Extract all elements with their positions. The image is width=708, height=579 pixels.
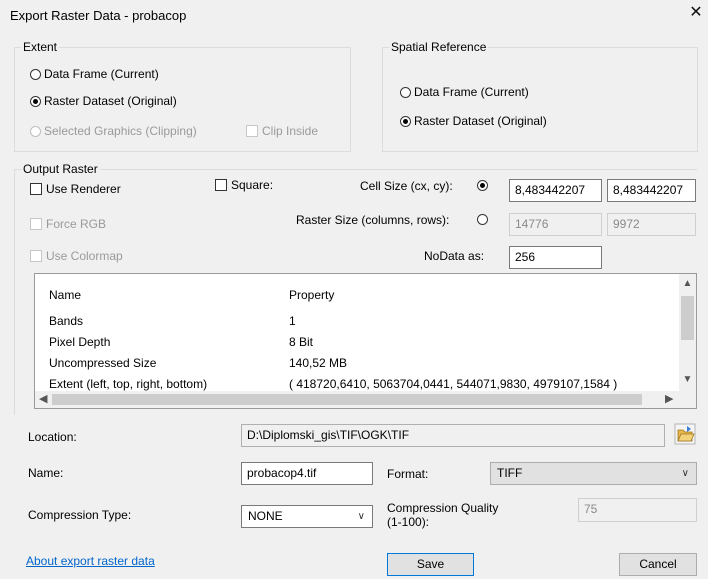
checkbox-icon xyxy=(30,250,42,262)
compression-quality-label-line1: Compression Quality xyxy=(387,501,499,515)
compression-type-selected: NONE xyxy=(248,509,283,523)
columns-input[interactable]: 14776 xyxy=(509,213,602,236)
list-item: Uncompressed Size 140,52 MB xyxy=(49,356,347,370)
rows-input[interactable]: 9972 xyxy=(607,213,696,236)
about-export-link[interactable]: About export raster data xyxy=(26,554,155,568)
chevron-down-icon: ∨ xyxy=(357,511,365,522)
radio-label: Data Frame (Current) xyxy=(44,67,159,81)
radio-icon xyxy=(30,125,41,137)
scroll-thumb[interactable] xyxy=(681,296,694,340)
list-item: Bands 1 xyxy=(49,314,296,328)
format-selected: TIFF xyxy=(497,466,523,480)
nodata-input[interactable]: 256 xyxy=(509,246,602,269)
force-rgb-checkbox[interactable]: Force RGB xyxy=(30,217,106,231)
sr-raster-dataset-radio[interactable]: Raster Dataset (Original) xyxy=(400,114,547,128)
radio-label: Raster Dataset (Original) xyxy=(414,114,547,128)
checkbox-label: Force RGB xyxy=(46,217,107,231)
cell-size-radio[interactable] xyxy=(477,180,491,191)
checkbox-label: Square: xyxy=(231,178,274,192)
radio-icon xyxy=(477,214,488,225)
property-name: Pixel Depth xyxy=(49,335,111,349)
format-dropdown[interactable]: TIFF ∨ xyxy=(490,462,697,485)
compression-type-label: Compression Type: xyxy=(28,508,132,522)
header-property: Property xyxy=(289,288,335,302)
property-name: Extent (left, top, right, bottom) xyxy=(49,377,208,391)
raster-properties-list[interactable]: Name Property Bands 1 Pixel Depth 8 Bit … xyxy=(34,273,697,409)
horizontal-scrollbar[interactable]: ◀ ▶ xyxy=(35,391,681,408)
radio-selected-icon xyxy=(477,180,488,191)
sr-data-frame-radio[interactable]: Data Frame (Current) xyxy=(400,85,529,99)
checkbox-icon xyxy=(246,125,258,137)
extent-selected-graphics-radio[interactable]: Selected Graphics (Clipping) xyxy=(30,124,197,138)
save-button[interactable]: Save xyxy=(387,553,474,576)
header-name: Name xyxy=(49,288,82,302)
raster-size-radio[interactable] xyxy=(477,214,491,225)
compression-quality-input[interactable]: 75 xyxy=(578,498,697,522)
use-renderer-checkbox[interactable]: Use Renderer xyxy=(30,182,121,196)
radio-selected-icon xyxy=(400,115,411,127)
chevron-left-icon[interactable]: ◀ xyxy=(39,392,47,405)
format-label: Format: xyxy=(387,467,429,481)
name-label: Name: xyxy=(28,466,64,480)
location-label: Location: xyxy=(28,430,77,444)
list-header: Name Property xyxy=(49,288,334,302)
cell-size-x-input[interactable]: 8,483442207 xyxy=(509,179,602,202)
radio-icon xyxy=(400,86,411,98)
compression-type-dropdown[interactable]: NONE ∨ xyxy=(241,505,373,528)
compression-quality-label-line2: (1-100): xyxy=(387,515,430,529)
scroll-thumb[interactable] xyxy=(52,394,642,405)
nodata-label: NoData as: xyxy=(424,249,485,263)
checkbox-label: Use Renderer xyxy=(46,182,121,196)
cell-size-y-input[interactable]: 8,483442207 xyxy=(607,179,696,202)
location-field[interactable]: D:\Diplomski_gis\TIF\OGK\TIF xyxy=(241,424,665,447)
radio-icon xyxy=(30,68,41,80)
list-item: Pixel Depth 8 Bit xyxy=(49,335,313,349)
checkbox-label: Use Colormap xyxy=(46,249,123,263)
property-name: Bands xyxy=(49,314,84,328)
spatial-reference-legend: Spatial Reference xyxy=(391,40,487,54)
property-name: Uncompressed Size xyxy=(49,356,157,370)
radio-label: Data Frame (Current) xyxy=(414,85,529,99)
vertical-scrollbar[interactable]: ▲ ▼ xyxy=(679,274,696,391)
extent-data-frame-radio[interactable]: Data Frame (Current) xyxy=(30,67,159,81)
checkbox-label: Clip Inside xyxy=(262,124,319,138)
radio-selected-icon xyxy=(30,95,41,107)
cancel-button[interactable]: Cancel xyxy=(619,553,697,576)
checkbox-icon xyxy=(30,218,42,230)
close-icon[interactable]: ✕ xyxy=(686,2,706,24)
chevron-right-icon[interactable]: ▶ xyxy=(665,392,673,405)
list-item: Extent (left, top, right, bottom) ( 4187… xyxy=(49,377,617,391)
cell-size-label: Cell Size (cx, cy): xyxy=(360,179,453,193)
property-value: 8 Bit xyxy=(289,335,314,349)
compression-quality-label: Compression Quality (1-100): xyxy=(387,501,498,529)
name-input[interactable]: probacop4.tif xyxy=(241,462,373,485)
open-folder-icon[interactable] xyxy=(674,423,696,445)
chevron-up-icon[interactable]: ▲ xyxy=(679,278,696,289)
chevron-down-icon: ∨ xyxy=(681,468,689,479)
property-value: 1 xyxy=(289,314,296,328)
scroll-corner xyxy=(679,391,696,408)
use-colormap-checkbox[interactable]: Use Colormap xyxy=(30,249,123,263)
output-raster-legend: Output Raster xyxy=(23,162,98,176)
radio-label: Selected Graphics (Clipping) xyxy=(44,124,197,138)
extent-raster-dataset-radio[interactable]: Raster Dataset (Original) xyxy=(30,94,177,108)
window-title: Export Raster Data - probacop xyxy=(10,8,187,23)
extent-legend: Extent xyxy=(23,40,58,54)
radio-label: Raster Dataset (Original) xyxy=(44,94,177,108)
chevron-down-icon[interactable]: ▼ xyxy=(679,374,696,385)
raster-size-label: Raster Size (columns, rows): xyxy=(296,213,450,227)
square-checkbox[interactable]: Square: xyxy=(215,178,273,192)
clip-inside-checkbox[interactable]: Clip Inside xyxy=(246,124,318,138)
property-value: ( 418720,6410, 5063704,0441, 544071,9830… xyxy=(289,377,618,391)
checkbox-icon xyxy=(30,183,42,195)
checkbox-icon xyxy=(215,179,227,191)
property-value: 140,52 MB xyxy=(289,356,348,370)
